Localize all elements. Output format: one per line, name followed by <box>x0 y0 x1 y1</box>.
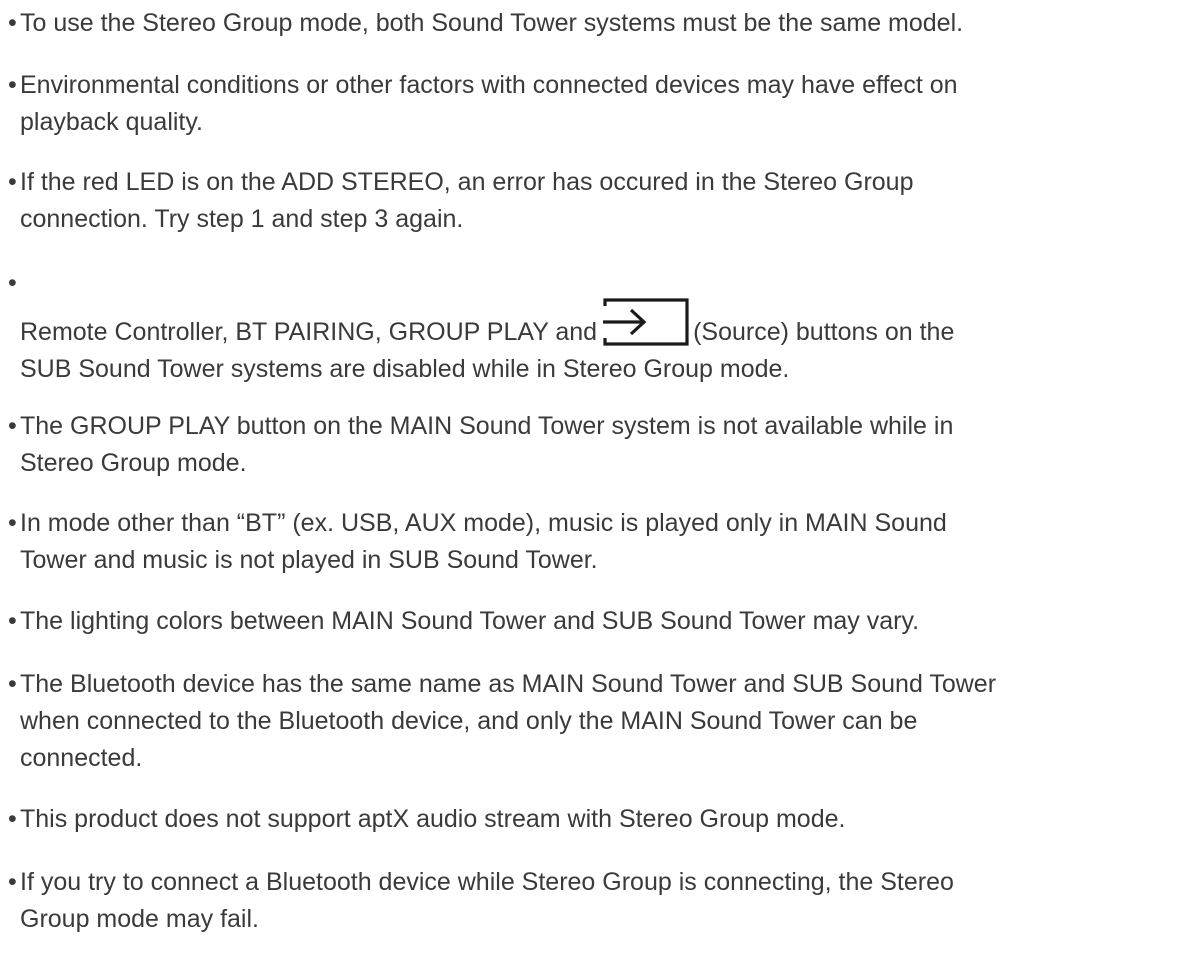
note-item-same-model: • To use the Stereo Group mode, both Soun… <box>8 5 1180 42</box>
bullet: • <box>8 412 17 440</box>
note-text: If the red LED is on the ADD STEREO, an … <box>20 168 914 196</box>
bullet: • <box>8 9 17 37</box>
note-text: Remote Controller, BT PAIRING, GROUP PLA… <box>20 318 598 346</box>
note-text: Group mode may fail. <box>20 905 259 933</box>
note-text: This product does not support aptX audio… <box>20 805 846 833</box>
note-text: playback quality. <box>20 108 203 136</box>
note-text: connected. <box>20 744 143 772</box>
note-item-red-led: • If the red LED is on the ADD STEREO, an… <box>8 164 1180 238</box>
bullet: • <box>8 868 17 896</box>
note-text: Stereo Group mode. <box>20 449 247 477</box>
bullet: • <box>8 509 17 537</box>
note-item-disabled-buttons: • Remote Controller, BT PAIRING, GROUP P… <box>8 265 1180 388</box>
bullet: • <box>8 805 17 833</box>
note-item-aptx: • This product does not support aptX audi… <box>8 801 1180 838</box>
note-text: when connected to the Bluetooth device, … <box>20 707 918 735</box>
bullet: • <box>8 670 17 698</box>
bullet: • <box>8 269 17 297</box>
note-text: (Source) buttons on the <box>693 318 955 346</box>
note-item-bluetooth-name: • The Bluetooth device has the same name … <box>8 666 1180 777</box>
note-text: The GROUP PLAY button on the MAIN Sound … <box>20 412 954 440</box>
notes-list: • To use the Stereo Group mode, both Soun… <box>0 0 1185 962</box>
note-text: The lighting colors between MAIN Sound T… <box>20 607 920 635</box>
note-text: Tower and music is not played in SUB Sou… <box>20 546 598 574</box>
note-text: connection. Try step 1 and step 3 again. <box>20 205 464 233</box>
note-text: If you try to connect a Bluetooth device… <box>20 868 954 896</box>
bullet: • <box>8 71 17 99</box>
note-text: The Bluetooth device has the same name a… <box>20 670 997 698</box>
note-item-bt-mode: • In mode other than “BT” (ex. USB, AUX m… <box>8 505 1180 579</box>
note-text: In mode other than “BT” (ex. USB, AUX mo… <box>20 509 947 537</box>
bullet: • <box>8 607 17 635</box>
bullet: • <box>8 168 17 196</box>
note-item-lighting-colors: • The lighting colors between MAIN Sound … <box>8 603 1180 640</box>
note-text: SUB Sound Tower systems are disabled whi… <box>20 355 790 383</box>
note-item-group-play-main: • The GROUP PLAY button on the MAIN Sound… <box>8 408 1180 482</box>
note-item-connect-fail: • If you try to connect a Bluetooth devic… <box>8 864 1180 938</box>
note-item-environmental: • Environmental conditions or other facto… <box>8 67 1180 141</box>
note-text: To use the Stereo Group mode, both Sound… <box>20 9 964 37</box>
source-input-icon <box>601 298 691 346</box>
note-text: Environmental conditions or other factor… <box>20 71 958 99</box>
